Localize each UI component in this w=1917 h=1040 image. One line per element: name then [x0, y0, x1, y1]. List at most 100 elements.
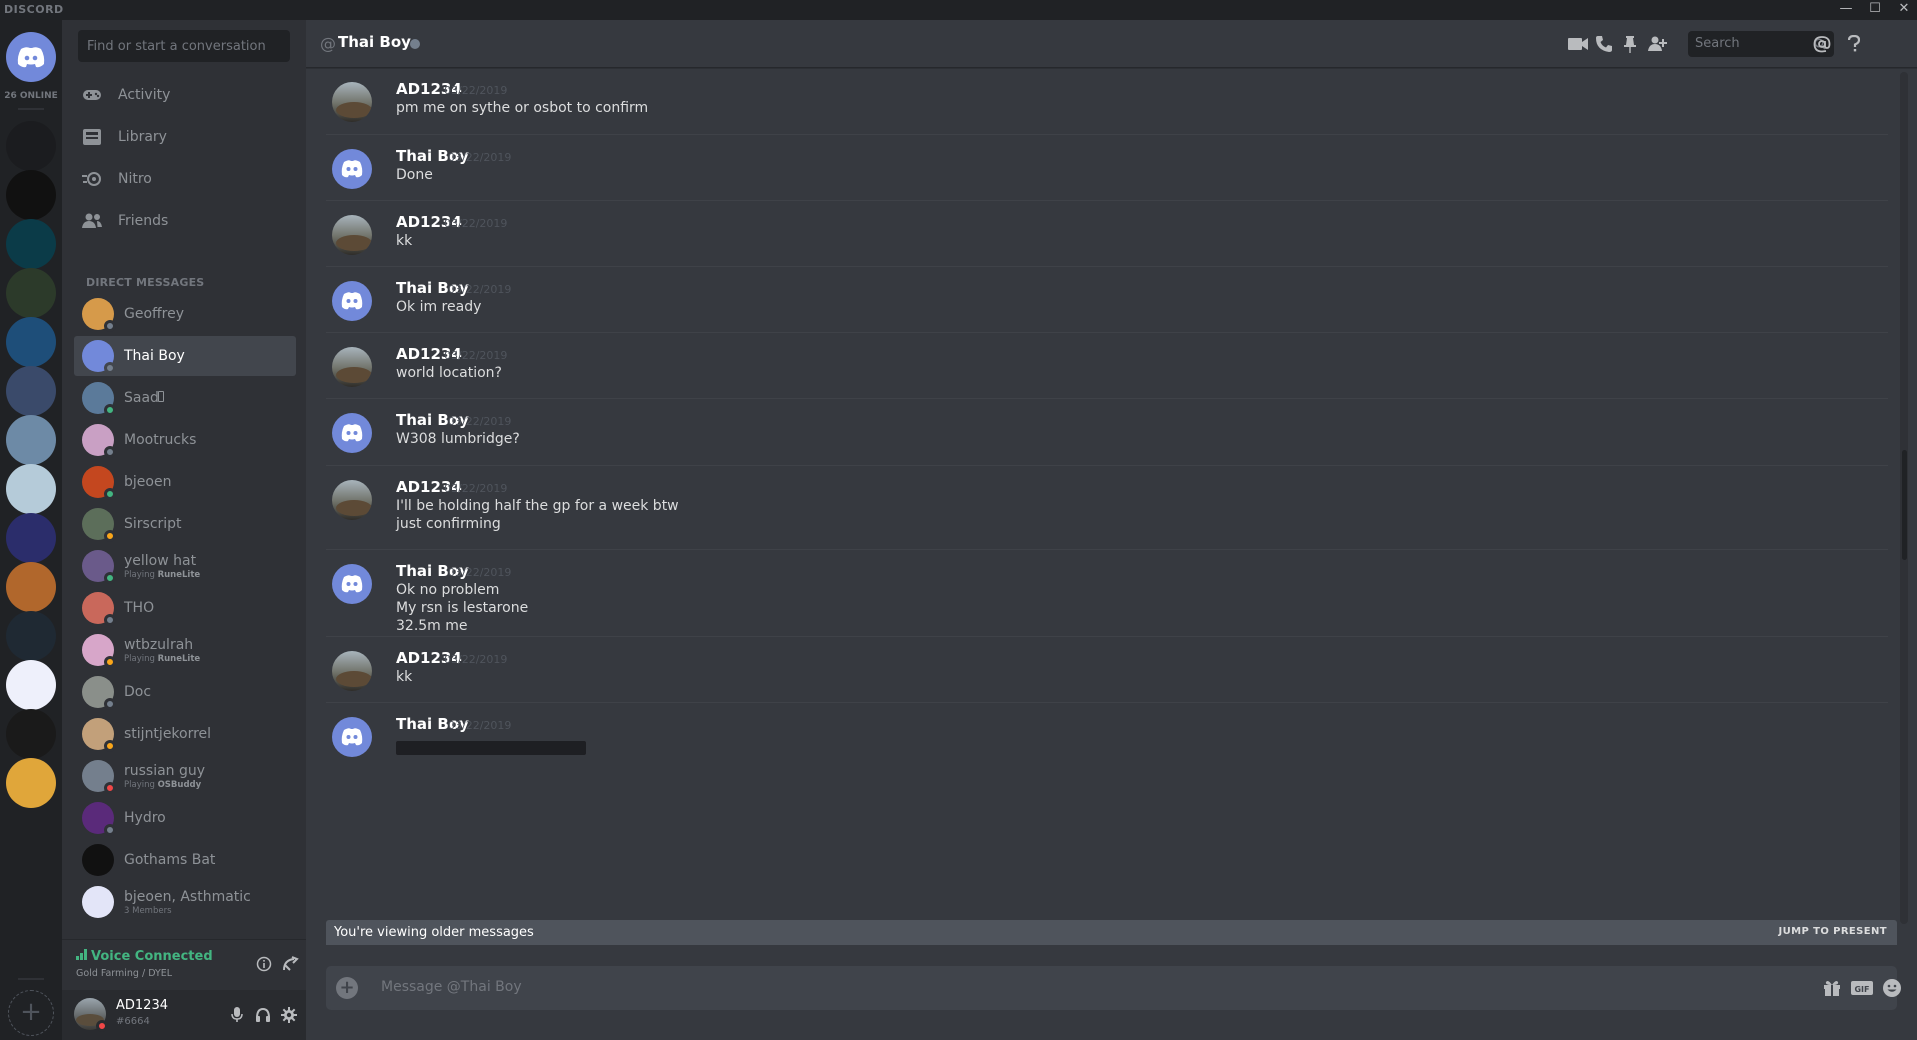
- server-icon[interactable]: [6, 660, 56, 710]
- avatar[interactable]: [332, 347, 372, 387]
- avatar: [82, 802, 116, 836]
- connection-info-button[interactable]: [256, 956, 272, 976]
- dm-item[interactable]: Thai Boy: [74, 336, 296, 376]
- dm-item[interactable]: stijntjekorrel: [74, 714, 296, 754]
- gif-button[interactable]: GIF: [1850, 976, 1874, 1000]
- add-user-icon: [1648, 36, 1667, 51]
- avatar[interactable]: [332, 281, 372, 321]
- message-content: kk: [396, 669, 413, 685]
- home-button[interactable]: [6, 32, 56, 82]
- dm-subtext: 3 Members: [124, 906, 251, 916]
- dm-name: Doc: [124, 684, 152, 700]
- dm-game-name: RuneLite: [157, 653, 201, 664]
- older-messages-banner[interactable]: You're viewing older messages JUMP TO PR…: [326, 920, 1897, 945]
- discord-logo-icon: [341, 575, 363, 593]
- nav-library[interactable]: Library: [74, 118, 294, 156]
- server-icon[interactable]: [6, 317, 56, 367]
- avatar[interactable]: [332, 717, 372, 757]
- user-settings-button[interactable]: [280, 1006, 298, 1024]
- server-icon[interactable]: [6, 464, 56, 514]
- dm-game-name: RuneLite: [157, 569, 201, 580]
- dm-text: yellow hat Playing RuneLite: [124, 553, 200, 580]
- dm-item[interactable]: russian guy Playing OSBuddy: [74, 756, 296, 796]
- jump-to-present-button[interactable]: JUMP TO PRESENT: [1779, 926, 1888, 937]
- attachment-preview[interactable]: [396, 741, 586, 755]
- dm-item[interactable]: Gothams Bat: [74, 840, 296, 880]
- avatar[interactable]: [332, 82, 372, 122]
- avatar[interactable]: [332, 480, 372, 520]
- voice-call-button[interactable]: [1593, 33, 1615, 55]
- dm-item[interactable]: bjeoen, Asthmatic 3 Members: [74, 882, 296, 922]
- server-icon[interactable]: [6, 170, 56, 220]
- video-camera-icon: [1568, 38, 1588, 50]
- avatar: [82, 340, 116, 374]
- minimize-button[interactable]: —: [1835, 1, 1857, 16]
- server-icon[interactable]: [6, 366, 56, 416]
- message-timestamp: 03/22/2019: [448, 719, 512, 732]
- nav-friends[interactable]: Friends: [74, 202, 294, 240]
- dm-text: stijntjekorrel: [124, 726, 211, 742]
- deafen-button[interactable]: [254, 1006, 272, 1024]
- dm-item[interactable]: Saad: [74, 378, 296, 418]
- dm-item[interactable]: Geoffrey: [74, 294, 296, 334]
- dm-item[interactable]: THO: [74, 588, 296, 628]
- emoji-button[interactable]: [1880, 976, 1904, 1000]
- server-icon[interactable]: [6, 268, 56, 318]
- message-content: world location?: [396, 365, 502, 381]
- maximize-button[interactable]: ☐: [1864, 1, 1886, 16]
- avatar: [82, 844, 114, 876]
- server-icon[interactable]: [6, 121, 56, 171]
- dm-item[interactable]: Mootrucks: [74, 420, 296, 460]
- server-icon[interactable]: [6, 219, 56, 269]
- gift-button[interactable]: [1820, 976, 1844, 1000]
- message-timestamp: 03/22/2019: [444, 653, 508, 666]
- dm-name: russian guy: [124, 762, 206, 779]
- server-icon[interactable]: [6, 513, 56, 563]
- dm-item[interactable]: bjeoen: [74, 462, 296, 502]
- dm-item[interactable]: Hydro: [74, 798, 296, 838]
- mobile-icon: [158, 391, 164, 402]
- dm-item[interactable]: Doc: [74, 672, 296, 712]
- server-icon[interactable]: [6, 758, 56, 808]
- disconnect-button[interactable]: [282, 956, 300, 976]
- dm-name: Geoffrey: [124, 306, 185, 322]
- nav-nitro[interactable]: Nitro: [74, 160, 294, 198]
- dm-name: bjeoen: [124, 474, 172, 490]
- avatar[interactable]: [332, 413, 372, 453]
- message-content: kk: [396, 233, 413, 249]
- avatar[interactable]: [332, 149, 372, 189]
- message-group: AD1234 03/22/2019 kk: [326, 200, 1888, 266]
- mute-button[interactable]: [228, 1006, 246, 1024]
- scrollbar-thumb[interactable]: [1902, 450, 1907, 560]
- message-group: AD1234 03/22/2019 pm me on sythe or osbot …: [326, 68, 1888, 134]
- avatar[interactable]: [332, 651, 372, 691]
- message-input[interactable]: Message @Thai Boy: [381, 979, 522, 995]
- message-group: AD1234 03/22/2019 I'll be holding half the…: [326, 465, 1888, 549]
- server-icon[interactable]: [6, 562, 56, 612]
- avatar[interactable]: [332, 215, 372, 255]
- online-count: 26 ONLINE: [4, 91, 58, 101]
- status-badge: [96, 1020, 108, 1032]
- avatar[interactable]: [332, 564, 372, 604]
- add-server-button[interactable]: +: [8, 990, 54, 1036]
- dm-item[interactable]: wtbzulrah Playing RuneLite: [74, 630, 296, 670]
- status-badge: [104, 782, 116, 794]
- nav-activity[interactable]: Activity: [74, 76, 294, 114]
- server-icon[interactable]: [6, 611, 56, 661]
- discord-logo-icon: [341, 160, 363, 178]
- mentions-button[interactable]: [1811, 33, 1833, 55]
- dm-item[interactable]: Sirscript: [74, 504, 296, 544]
- server-icon[interactable]: [6, 709, 56, 759]
- find-conversation-input[interactable]: Find or start a conversation: [78, 30, 290, 62]
- dm-item[interactable]: yellow hat Playing RuneLite: [74, 546, 296, 586]
- message-group: Thai Boy 03/22/2019 Ok no problem My rsn is…: [326, 549, 1888, 636]
- video-call-button[interactable]: [1567, 33, 1589, 55]
- close-button[interactable]: ✕: [1893, 1, 1915, 16]
- pinned-messages-button[interactable]: [1619, 33, 1641, 55]
- add-friend-to-dm-button[interactable]: [1646, 33, 1668, 55]
- dm-name: wtbzulrah: [124, 636, 194, 653]
- dm-text: Saad: [124, 390, 159, 406]
- help-button[interactable]: [1843, 33, 1865, 55]
- server-icon[interactable]: [6, 415, 56, 465]
- upload-button[interactable]: +: [336, 977, 358, 999]
